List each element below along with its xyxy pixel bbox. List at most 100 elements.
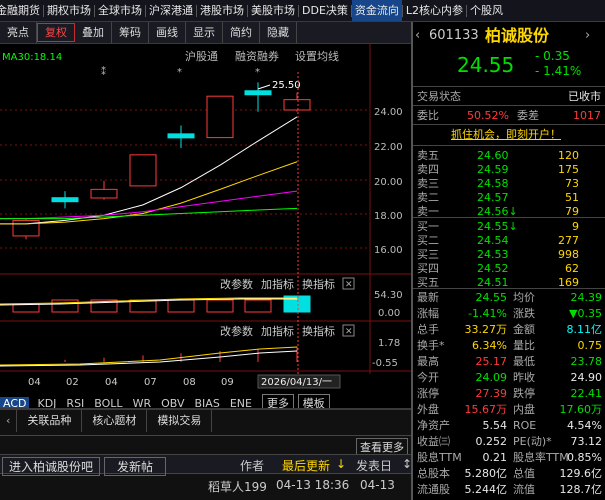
draw-line-button[interactable]: 画线: [149, 22, 186, 43]
nav-item-6[interactable]: DDE决策: [299, 0, 351, 21]
indicator-rsi[interactable]: RSI: [66, 397, 94, 408]
stat-label: 最高: [417, 355, 439, 368]
buy-row[interactable]: 买二 24.54 277: [413, 233, 605, 248]
kline-chart[interactable]: MA30:18.14 沪股通 融资融券 设置均线 ⁑ * * 25.50 24.…: [0, 44, 412, 390]
close-icon[interactable]: ✕: [345, 280, 353, 290]
sell-row[interactable]: 卖三 24.58 73: [413, 176, 605, 191]
stat-label: 净资产: [417, 419, 450, 432]
candle-body[interactable]: [167, 133, 195, 139]
nav-item-9[interactable]: 个股风: [467, 0, 506, 21]
stat-value: 25.17: [475, 355, 508, 368]
stat-value: 24.55: [475, 291, 508, 304]
close-icon[interactable]: ✕: [345, 327, 353, 337]
sell-volume: 73: [565, 177, 579, 190]
stat-label: PE(动)*: [513, 435, 552, 448]
quote-panel: ‹ 601133 柏诚股份 › 24.55 - 0.35 - 1.41% 交易状…: [413, 22, 605, 500]
stat-value: 15.67万: [464, 403, 508, 416]
status-row: 交易状态 已收市: [413, 89, 605, 104]
buy-price: 24.52: [477, 262, 509, 275]
last-update-column[interactable]: 最后更新: [282, 457, 330, 474]
scroll-left-icon[interactable]: ‹: [0, 410, 18, 432]
nav-item-7[interactable]: 资金流向: [351, 0, 402, 21]
indicator-obv[interactable]: OBV: [161, 397, 194, 408]
weibi-label: 委比: [417, 109, 439, 122]
simple-button[interactable]: 简约: [223, 22, 260, 43]
sell-volume: 51: [565, 191, 579, 204]
stat-value: 0.85%: [567, 451, 602, 464]
indicator-acd[interactable]: ACD: [0, 397, 30, 408]
nav-item-5[interactable]: 美股市场: [248, 0, 298, 21]
candle-body[interactable]: [51, 197, 79, 203]
vol-switch-indicator[interactable]: 换指标: [302, 277, 335, 291]
candle-body[interactable]: [206, 95, 234, 139]
publish-date-column[interactable]: 发表日: [356, 457, 392, 474]
candle-body[interactable]: [129, 154, 157, 187]
ind-edit-params[interactable]: 改参数: [220, 324, 253, 338]
nav-item-1[interactable]: 期权市场: [44, 0, 94, 21]
weicha-value: 1017: [573, 109, 601, 122]
tab-core-themes[interactable]: 核心题材: [82, 410, 148, 432]
sort-down-icon[interactable]: ↓: [336, 457, 346, 471]
margin-tab[interactable]: 融资融券: [235, 49, 279, 63]
nav-item-4[interactable]: 港股市场: [197, 0, 247, 21]
sell-row[interactable]: 卖五 24.60 120: [413, 148, 605, 163]
vol-add-indicator[interactable]: 加指标: [261, 277, 294, 291]
chips-button[interactable]: 筹码: [112, 22, 149, 43]
more-indicators-button[interactable]: 更多: [261, 394, 294, 408]
stat-value: 23.78: [570, 355, 603, 368]
sell-row[interactable]: 卖二 24.57 51: [413, 190, 605, 205]
stat-value: -1.41%: [468, 307, 507, 320]
buy-row[interactable]: 买三 24.53 998: [413, 247, 605, 262]
ind-switch-indicator[interactable]: 换指标: [302, 324, 335, 338]
vol-edit-params[interactable]: 改参数: [220, 277, 253, 291]
candle-body[interactable]: [244, 90, 272, 96]
indicator-kdj[interactable]: KDJ: [37, 397, 66, 408]
template-button[interactable]: 模板: [297, 394, 330, 408]
sell-price: 24.59: [477, 163, 509, 176]
divider: [413, 145, 605, 146]
date-tick: 04: [28, 377, 41, 388]
set-ma-tab[interactable]: 设置均线: [295, 49, 339, 63]
buy-row[interactable]: 买一 24.55↓ 9: [413, 219, 605, 234]
ind-tick: 1.78: [378, 338, 400, 349]
nav-item-3[interactable]: 沪深港通: [146, 0, 196, 21]
hide-button[interactable]: 隐藏: [260, 22, 297, 43]
nav-item-2[interactable]: 全球市场: [95, 0, 145, 21]
tab-related-products[interactable]: 关联品种: [17, 410, 83, 432]
ad-banner[interactable]: 抓住机会，即刻开户！: [413, 127, 605, 142]
candle-body[interactable]: [283, 99, 311, 111]
stat-row: 今开 24.09 昨收 24.90: [413, 370, 605, 385]
display-button[interactable]: 显示: [186, 22, 223, 43]
overlay-button[interactable]: 叠加: [75, 22, 112, 43]
indicator-boll[interactable]: BOLL: [94, 397, 132, 408]
restore-rights-button[interactable]: 复权: [37, 23, 75, 42]
sell-level: 卖三: [417, 177, 439, 190]
date-tick: 08: [183, 377, 196, 388]
buy-row[interactable]: 买四 24.52 62: [413, 261, 605, 276]
sell-row[interactable]: 卖四 24.59 175: [413, 162, 605, 177]
sell-level: 卖四: [417, 163, 439, 176]
tab-mock-trading[interactable]: 模拟交易: [147, 410, 213, 432]
indicator-wr[interactable]: WR: [133, 397, 162, 408]
nav-item-0[interactable]: 金融期货: [0, 0, 43, 21]
candle-body[interactable]: [90, 188, 118, 199]
post-author[interactable]: 稻草人199: [208, 478, 267, 495]
indicator-ene[interactable]: ENE: [230, 397, 262, 408]
stat-label: 昨收: [513, 371, 535, 384]
back-icon[interactable]: ‹: [415, 26, 420, 46]
stat-value: 22.41: [570, 387, 603, 400]
open-account-link[interactable]: 抓住机会，即刻开户！: [451, 127, 561, 142]
author-column[interactable]: 作者: [240, 457, 264, 474]
stat-label: 涨幅: [417, 307, 439, 320]
nav-item-8[interactable]: L2核心内参: [403, 0, 466, 21]
buy-price: 24.53: [477, 248, 509, 261]
highlight-button[interactable]: 亮点: [0, 22, 37, 43]
forum-post-row[interactable]: 稻草人199 04-13 18:36 04-13: [0, 474, 412, 494]
stat-row: 涨停 27.39 跌停 22.41: [413, 386, 605, 401]
indicator-bias[interactable]: BIAS: [195, 397, 230, 408]
stat-value: ▼0.35: [569, 307, 602, 320]
hgt-tab[interactable]: 沪股通: [185, 49, 218, 63]
ind-add-indicator[interactable]: 加指标: [261, 324, 294, 338]
ma-line: [0, 207, 298, 220]
forward-icon[interactable]: ›: [585, 26, 590, 46]
